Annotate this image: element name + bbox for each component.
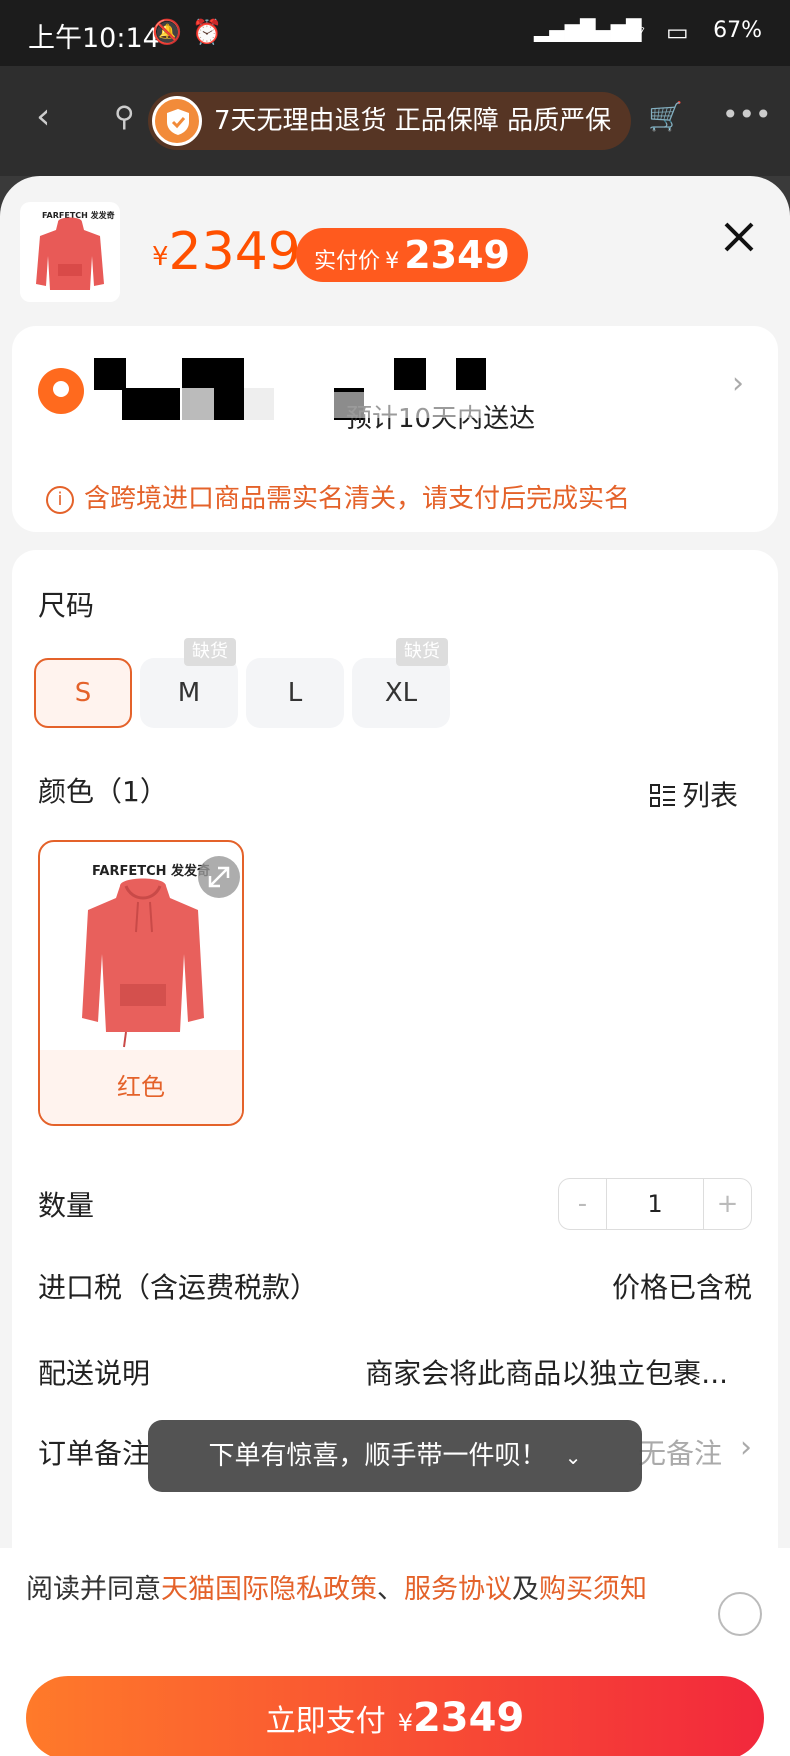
privacy-policy-link[interactable]: 天猫国际隐私政策 <box>161 1574 377 1605</box>
search-icon[interactable]: ⚲ <box>114 100 135 133</box>
checkout-footer: 阅读并同意天猫国际隐私政策、服务协议及购买须知 立即支付 ¥2349 <box>0 1548 790 1756</box>
purchase-notice-link[interactable]: 购买须知 <box>539 1574 647 1605</box>
size-option-s[interactable]: S <box>34 658 132 728</box>
battery-icon: ▭ <box>666 18 689 46</box>
more-icon[interactable]: ••• <box>722 98 772 131</box>
chevron-right-icon: › <box>732 366 744 401</box>
quantity-value[interactable]: 1 <box>607 1179 703 1229</box>
toast-text: 下单有惊喜，顺手带一件呗！ <box>208 1441 547 1471</box>
size-option-l[interactable]: L <box>246 658 344 728</box>
decrease-button[interactable]: - <box>559 1179 607 1229</box>
status-bar: 上午10:14 🔕 ⏰ ▂▄▆█ ▂▄▆█ ⌔ ▭ 67% <box>0 0 790 66</box>
redacted-address <box>456 358 486 390</box>
order-note-label: 订单备注 <box>38 1437 151 1470</box>
pay-now-button[interactable]: 立即支付 ¥2349 <box>26 1676 764 1756</box>
product-thumbnail[interactable]: FARFETCH 发发奇 <box>20 202 120 302</box>
realname-notice: i 含跨境进口商品需实名清关，请支付后完成实名 <box>46 478 630 515</box>
promo-toast[interactable]: 下单有惊喜，顺手带一件呗！ ⌄ <box>148 1420 642 1492</box>
redacted-address <box>182 388 214 420</box>
battery-percent: 67% <box>713 18 762 43</box>
hoodie-image <box>82 878 204 1048</box>
order-note-value[interactable]: 无备注 <box>638 1432 722 1472</box>
color-option-name: 红色 <box>40 1050 242 1124</box>
product-price: ¥2349 <box>152 222 301 282</box>
chevron-right-icon[interactable]: › <box>740 1430 752 1465</box>
list-view-toggle[interactable]: 列表 <box>650 774 738 814</box>
redacted-address <box>94 358 126 390</box>
redacted-address <box>214 388 244 420</box>
alarm-icon: ⏰ <box>192 18 222 46</box>
mute-icon: 🔕 <box>152 18 182 46</box>
paid-price-pill: 实付价 ¥ 2349 <box>296 228 528 282</box>
location-icon <box>38 368 84 414</box>
purchase-sheet: FARFETCH 发发奇 ¥2349 实付价 ¥ 2349 预计10天内送达 ›… <box>0 176 790 1756</box>
shipping-label: 配送说明 <box>38 1357 151 1390</box>
agreement-checkbox[interactable] <box>718 1592 762 1636</box>
chevron-down-icon: ⌄ <box>564 1445 582 1469</box>
quantity-stepper: - 1 + <box>558 1178 752 1230</box>
size-option-m[interactable]: M <box>140 658 238 728</box>
size-label: 尺码 <box>38 589 95 622</box>
info-icon: i <box>46 486 74 514</box>
redacted-address <box>122 388 180 420</box>
list-icon <box>650 784 675 807</box>
service-agreement-link[interactable]: 服务协议 <box>404 1574 512 1605</box>
import-tax-label: 进口税（含运费税款） <box>38 1271 319 1304</box>
redacted-address <box>334 392 484 418</box>
quantity-label: 数量 <box>38 1189 95 1222</box>
redacted-address <box>394 358 426 390</box>
out-of-stock-badge: 缺货 <box>184 638 236 666</box>
shield-icon <box>152 96 202 146</box>
size-option-xl[interactable]: XL <box>352 658 450 728</box>
redacted-address <box>182 358 244 390</box>
out-of-stock-badge: 缺货 <box>396 638 448 666</box>
import-tax-value: 价格已含税 <box>611 1271 752 1304</box>
close-icon[interactable] <box>718 216 760 258</box>
wifi-icon: ⌔ <box>626 19 649 47</box>
sheet-header: FARFETCH 发发奇 ¥2349 实付价 ¥ 2349 <box>0 176 790 316</box>
status-time: 上午10:14 <box>28 23 160 54</box>
cart-icon[interactable]: 🛒 <box>648 100 683 133</box>
guarantee-text: 7天无理由退货 正品保障 品质严保 <box>214 106 612 136</box>
address-card[interactable]: 预计10天内送达 › i 含跨境进口商品需实名清关，请支付后完成实名 <box>12 326 778 532</box>
color-label: 颜色（1） <box>38 775 168 808</box>
agreement-text: 阅读并同意天猫国际隐私政策、服务协议及购买须知 <box>26 1574 647 1605</box>
color-option-red[interactable]: FARFETCH 发发奇 红色 <box>38 840 244 1126</box>
guarantee-banner: 7天无理由退货 正品保障 品质严保 <box>148 92 632 150</box>
increase-button[interactable]: + <box>703 1179 751 1229</box>
redacted-address <box>244 388 274 420</box>
shipping-value[interactable]: 商家会将此商品以独立包裹... <box>365 1352 728 1392</box>
back-icon[interactable]: ‹ <box>36 96 50 137</box>
